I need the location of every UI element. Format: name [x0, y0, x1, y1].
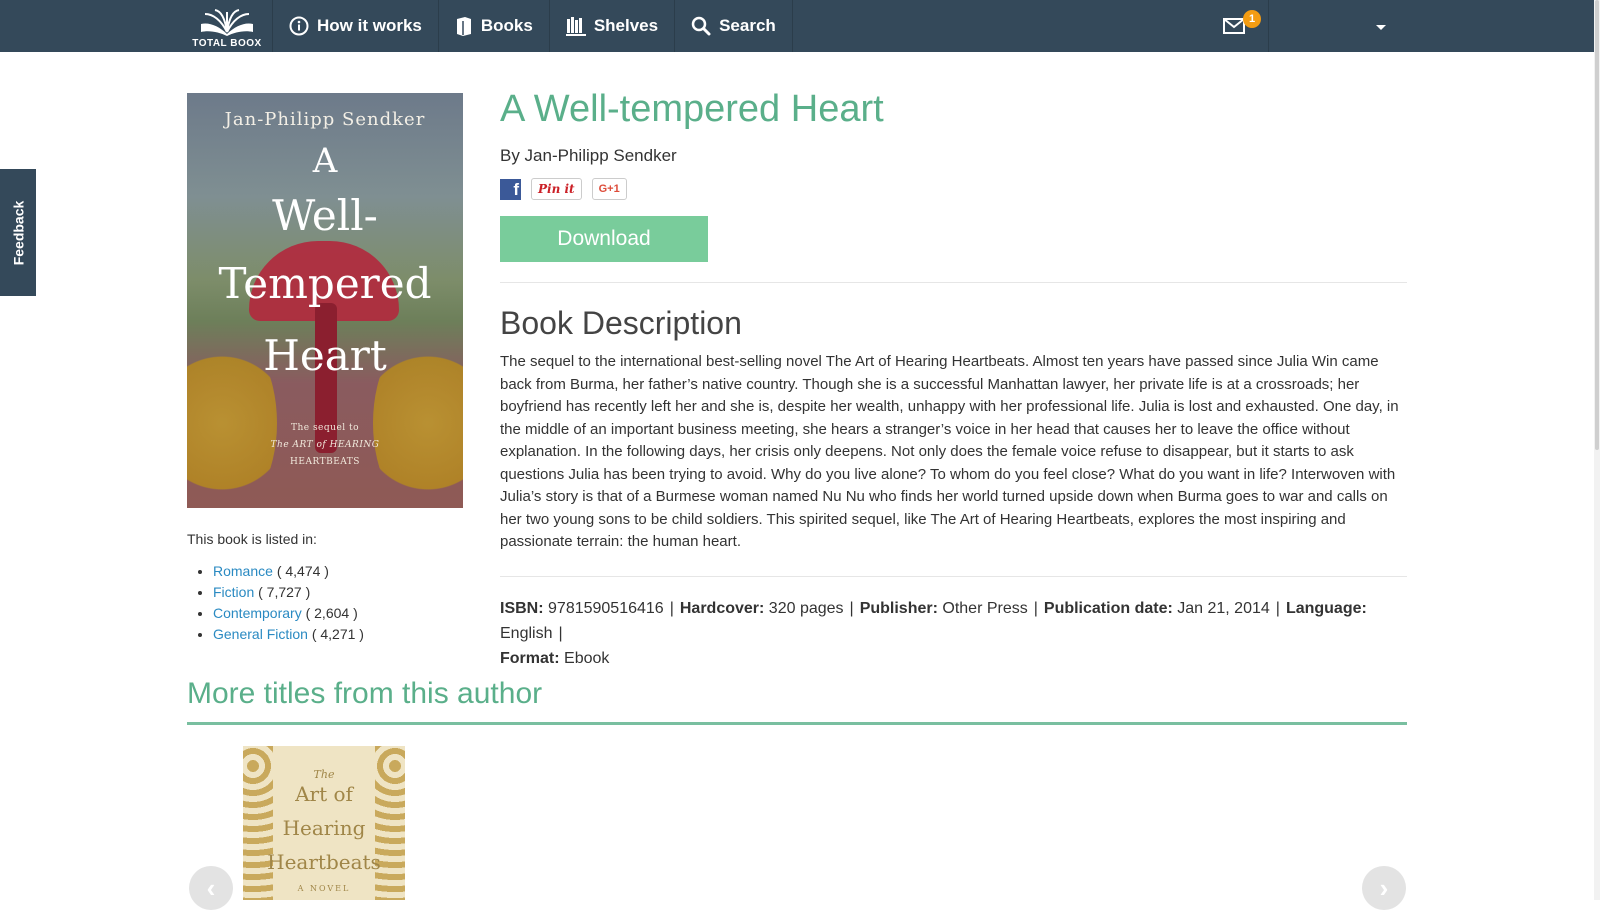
- book-metadata: ISBN: 9781590516416 | Hardcover: 320 pages…: [500, 600, 1367, 667]
- nav-shelves[interactable]: Shelves: [548, 0, 674, 52]
- nav-books-label: Books: [480, 16, 533, 35]
- category-link-fiction[interactable]: Fiction: [213, 584, 254, 600]
- category-item: Fiction ( 7,727 ): [213, 582, 364, 603]
- divider: [500, 282, 1407, 283]
- format-label: Format:: [500, 650, 560, 667]
- cover-tagline-2: The ART of HEARING: [270, 440, 380, 450]
- isbn-value: 9781590516416: [548, 600, 664, 617]
- category-count: ( 4,474 ): [276, 563, 329, 579]
- nav-search-label: Search: [719, 16, 776, 35]
- nav-how-it-works-label: How it works: [317, 16, 422, 35]
- related-cover-line2: Art of: [295, 782, 353, 806]
- mail-badge: 1: [1243, 10, 1261, 28]
- pinterest-button[interactable]: Pin it: [531, 178, 582, 200]
- share-buttons: f Pin it G+1: [500, 178, 627, 200]
- carousel-prev-arrow-icon[interactable]: ‹: [189, 866, 233, 910]
- cover-author: Jan-Philipp Sendker: [224, 109, 426, 130]
- nav-shelves-label: Shelves: [593, 16, 659, 35]
- book-byline: By Jan-Philipp Sendker: [500, 146, 677, 165]
- book-icon: [456, 17, 471, 36]
- divider: [500, 576, 1407, 577]
- related-cover-line4: Heartbeats: [267, 850, 381, 874]
- category-item: General Fiction ( 4,271 ): [213, 624, 364, 645]
- top-nav: TOTAL BOOX How it works Books Shelves Se…: [0, 0, 1594, 52]
- cover-tagline-1: The sequel to: [290, 423, 360, 433]
- carousel-next-arrow-icon[interactable]: ›: [1362, 866, 1406, 910]
- messages-button[interactable]: 1: [1200, 0, 1269, 52]
- related-book-cover[interactable]: The Art of Hearing Heartbeats A NOVEL: [243, 746, 405, 900]
- related-cover-line3: Hearing: [282, 816, 366, 840]
- pubdate-value: Jan 21, 2014: [1177, 600, 1270, 617]
- open-book-logo-icon: [201, 9, 253, 36]
- isbn-label: ISBN:: [500, 600, 544, 617]
- book-description: The sequel to the international best-sel…: [500, 353, 1399, 550]
- category-count: ( 7,727 ): [258, 584, 311, 600]
- description-heading: Book Description: [500, 305, 742, 341]
- pubdate-label: Publication date:: [1043, 600, 1173, 617]
- category-item: Romance ( 4,474 ): [213, 561, 364, 582]
- listed-in-label: This book is listed in:: [187, 531, 317, 547]
- nav-how-it-works[interactable]: How it works: [272, 0, 438, 52]
- info-icon: [289, 16, 309, 36]
- cover-tagline-3: HEARTBEATS: [290, 457, 360, 467]
- scrollbar[interactable]: [1594, 0, 1600, 900]
- category-count: ( 2,604 ): [305, 605, 358, 621]
- cover-title-line4: Heart: [263, 331, 387, 380]
- shelves-icon: [565, 17, 586, 36]
- mail-icon: [1223, 18, 1245, 34]
- category-count: ( 4,271 ): [311, 626, 364, 642]
- category-link-general-fiction[interactable]: General Fiction: [213, 626, 308, 642]
- more-titles-heading: More titles from this author: [187, 677, 543, 710]
- nav-books[interactable]: Books: [437, 0, 549, 52]
- category-link-contemporary[interactable]: Contemporary: [213, 605, 302, 621]
- book-cover: Jan-Philipp Sendker A Well- Tempered Hea…: [187, 93, 463, 508]
- user-menu-chevron-down-icon[interactable]: [1374, 20, 1388, 34]
- cover-tagline: The sequel to The ART of HEARING HEARTBE…: [187, 420, 463, 471]
- logo-text: TOTAL BOOX: [192, 38, 262, 49]
- nav-search[interactable]: Search: [674, 0, 793, 52]
- book-title: A Well-tempered Heart: [500, 88, 884, 130]
- format-value: Ebook: [564, 650, 610, 667]
- feedback-label: Feedback: [10, 200, 26, 265]
- scrollbar-thumb[interactable]: [1595, 0, 1599, 450]
- cover-title-line1: A: [312, 141, 338, 181]
- category-item: Contemporary ( 2,604 ): [213, 603, 364, 624]
- hardcover-label: Hardcover:: [679, 600, 765, 617]
- cover-title-line2: Well-: [272, 191, 378, 240]
- category-link-romance[interactable]: Romance: [213, 563, 273, 579]
- feedback-tab[interactable]: Feedback: [0, 169, 36, 296]
- related-cover-line1: The: [313, 768, 335, 781]
- language-label: Language:: [1285, 600, 1367, 617]
- publisher-label: Publisher:: [859, 600, 938, 617]
- hardcover-value: 320 pages: [768, 600, 844, 617]
- facebook-share-icon[interactable]: f: [500, 178, 521, 200]
- category-list: Romance ( 4,474 ) Fiction ( 7,727 ) Cont…: [199, 561, 364, 645]
- related-cover-line5: A NOVEL: [297, 884, 351, 893]
- google-plus-button[interactable]: G+1: [591, 178, 627, 200]
- cover-title-line3: Tempered: [218, 259, 432, 308]
- language-value: English: [500, 625, 553, 642]
- more-titles-rule: [187, 722, 1407, 725]
- publisher-value: Other Press: [942, 600, 1028, 617]
- logo[interactable]: TOTAL BOOX: [184, 0, 270, 52]
- download-button[interactable]: Download: [500, 216, 708, 262]
- search-icon: [691, 16, 711, 36]
